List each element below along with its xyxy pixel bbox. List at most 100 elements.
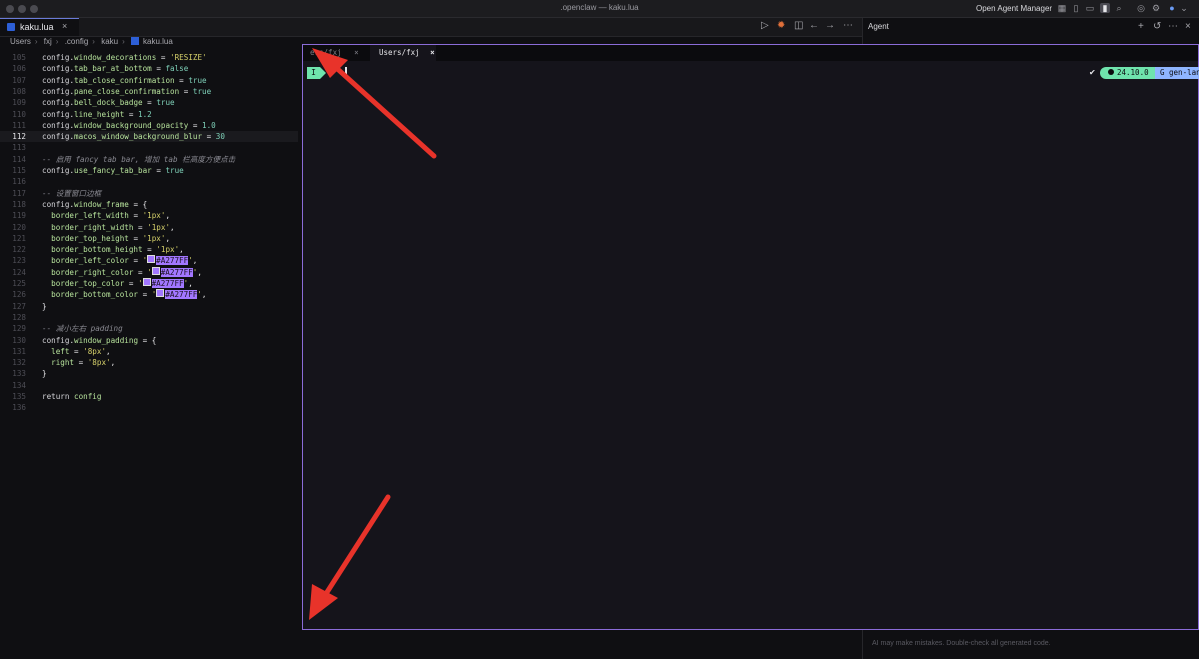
code-token: , bbox=[188, 279, 193, 288]
breadcrumb-kaku[interactable]: kaku bbox=[101, 37, 118, 46]
breadcrumb-users[interactable]: Users bbox=[10, 37, 31, 46]
sidebar-left-icon[interactable]: ▯ bbox=[1071, 3, 1081, 13]
line-number: 109 bbox=[12, 98, 26, 108]
code-token: , bbox=[170, 222, 175, 232]
code-token: config bbox=[42, 132, 70, 142]
line-number: 118 bbox=[12, 199, 26, 209]
code-line[interactable]: 112 config.macos_window_background_blur =… bbox=[0, 131, 298, 143]
code-token: window_decorations bbox=[74, 53, 157, 62]
sidebar-right-icon[interactable]: ▮ bbox=[1100, 3, 1110, 13]
terminal-tab-2[interactable]: Users/fxj × bbox=[370, 45, 436, 61]
agent-disclaimer: AI may make mistakes. Double-check all g… bbox=[872, 640, 1051, 647]
chevron-down-icon[interactable]: ⌄ bbox=[1179, 3, 1189, 13]
code-token: = bbox=[133, 222, 148, 232]
code-token: -- 设置窗口边框 bbox=[42, 188, 102, 198]
code-token: = bbox=[128, 233, 143, 243]
code-token: = bbox=[69, 346, 84, 356]
code-token: '1px' bbox=[142, 211, 166, 221]
line-code: config.pane_close_confirmation = true bbox=[42, 86, 211, 97]
plus-icon[interactable]: + bbox=[1138, 21, 1144, 32]
account-avatar-icon[interactable]: ● bbox=[1167, 3, 1177, 13]
split-editor-icon[interactable]: ◫ bbox=[794, 20, 803, 31]
line-number: 120 bbox=[12, 222, 26, 232]
code-token: macos_window_background_blur bbox=[74, 132, 203, 142]
line-number: 135 bbox=[12, 392, 26, 401]
line-number: 131 bbox=[12, 346, 26, 356]
code-token: 'RESIZE' bbox=[170, 53, 207, 62]
gear-icon[interactable]: ⚙ bbox=[1151, 3, 1161, 13]
tab-kaku-lua[interactable]: kaku.lua × bbox=[0, 18, 79, 36]
line-number: 124 bbox=[12, 267, 26, 277]
code-token: , bbox=[197, 267, 202, 277]
code-token: = bbox=[138, 290, 152, 300]
code-token: window_background_opacity bbox=[74, 120, 189, 130]
debug-icon[interactable]: ✹ bbox=[777, 20, 785, 31]
line-number: 129 bbox=[12, 324, 26, 334]
code-token: border_bottom_height bbox=[42, 245, 143, 255]
line-code: } bbox=[42, 301, 47, 312]
panel-bottom-icon[interactable]: ▭ bbox=[1085, 3, 1095, 13]
code-token: } bbox=[42, 301, 47, 311]
breadcrumb-fxj[interactable]: fxj bbox=[44, 37, 52, 46]
code-token: config bbox=[42, 86, 70, 96]
run-icon[interactable]: ▷ bbox=[761, 20, 769, 31]
code-token: line_height bbox=[74, 109, 125, 119]
line-number: 116 bbox=[12, 177, 26, 187]
line-number: 125 bbox=[12, 279, 26, 288]
close-icon[interactable]: × bbox=[62, 21, 67, 31]
open-agent-manager-link[interactable]: Open Agent Manager bbox=[976, 4, 1052, 13]
color-swatch-icon bbox=[142, 278, 151, 286]
line-number: 123 bbox=[12, 256, 26, 266]
code-token: #A277FF bbox=[151, 279, 184, 288]
line-code: config.macos_window_background_blur = 30 bbox=[42, 131, 225, 142]
code-token: true bbox=[188, 75, 207, 85]
line-number: 127 bbox=[12, 301, 26, 311]
line-number: 122 bbox=[12, 245, 26, 255]
line-code: config.window_padding = { bbox=[42, 335, 156, 346]
line-code: border_top_color = ' #A277FF', bbox=[42, 278, 193, 289]
code-token: = bbox=[179, 86, 193, 96]
terminal-cursor bbox=[345, 67, 347, 79]
arrow-left-icon[interactable]: ← bbox=[809, 20, 819, 31]
browser-icon[interactable]: ◎ bbox=[1136, 3, 1146, 13]
code-token: config bbox=[42, 120, 70, 130]
editor-tab-bar bbox=[0, 18, 862, 37]
code-token: 1.2 bbox=[138, 109, 152, 119]
more-icon[interactable]: ⋯ bbox=[1168, 21, 1178, 32]
code-token: -- 减小左右 padding bbox=[42, 324, 123, 334]
line-code: border_top_height = '1px', bbox=[42, 233, 170, 244]
code-token: config bbox=[42, 64, 70, 74]
code-token: } bbox=[42, 369, 47, 379]
layout-icon[interactable]: ▦ bbox=[1057, 3, 1067, 13]
line-code: config.window_decorations = 'RESIZE' bbox=[42, 52, 207, 63]
node-version-badge: 24.10.0 bbox=[1100, 67, 1155, 79]
more-icon[interactable]: ⋯ bbox=[843, 20, 853, 31]
code-token: bell_dock_badge bbox=[74, 98, 143, 108]
code-token: config bbox=[42, 199, 70, 209]
arrow-right-icon[interactable]: → bbox=[825, 20, 835, 31]
code-token: = { bbox=[138, 335, 157, 345]
close-icon[interactable]: × bbox=[1185, 21, 1191, 32]
history-icon[interactable]: ↺ bbox=[1153, 21, 1161, 32]
breadcrumb-config[interactable]: .config bbox=[65, 37, 89, 46]
agent-panel-title: Agent bbox=[868, 22, 889, 31]
terminal-window[interactable] bbox=[302, 44, 1199, 630]
chevron-right-icon: › bbox=[55, 37, 59, 46]
terminal-tab-1[interactable]: ers/fxj × bbox=[310, 45, 368, 61]
code-token: config bbox=[42, 335, 70, 345]
code-token: -- 启用 fancy tab bar, 增加 tab 栏高度方便点击 bbox=[42, 154, 236, 164]
node-icon bbox=[1108, 69, 1114, 75]
code-token: = bbox=[174, 75, 189, 85]
line-number: 136 bbox=[12, 403, 26, 413]
close-icon[interactable]: × bbox=[354, 48, 359, 57]
close-icon[interactable]: × bbox=[430, 48, 435, 57]
breadcrumb-file[interactable]: kaku.lua bbox=[143, 37, 173, 46]
line-code: config.window_background_opacity = 1.0 bbox=[42, 120, 216, 131]
status-check-icon: ✔ bbox=[1089, 68, 1096, 77]
search-icon[interactable]: ⌕ bbox=[1114, 3, 1124, 13]
terminal-tab-bar bbox=[303, 45, 1198, 61]
code-editor[interactable]: 105 config.window_decorations = 'RESIZE' 1… bbox=[0, 52, 300, 412]
code-token: = { bbox=[128, 199, 148, 209]
code-token: false bbox=[165, 64, 189, 74]
code-token: '8px' bbox=[83, 346, 107, 356]
